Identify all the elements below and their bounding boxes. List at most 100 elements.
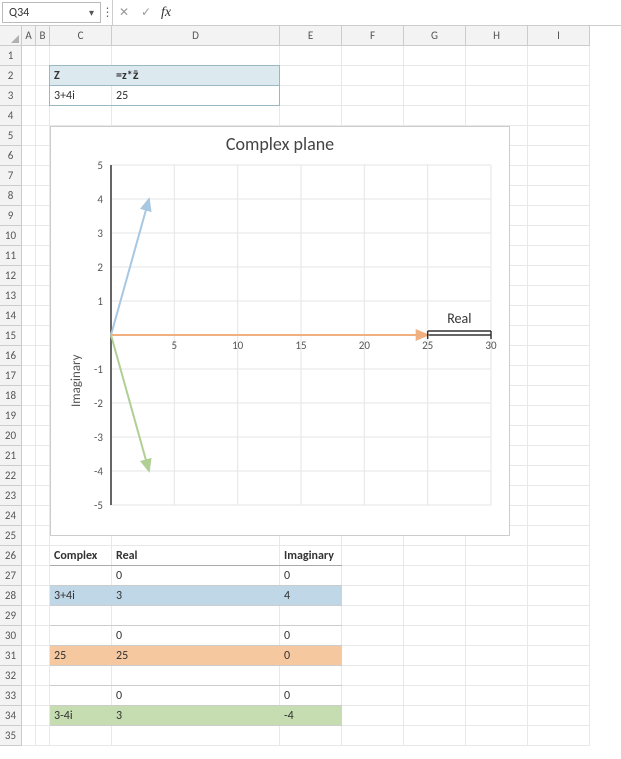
cell-E29[interactable] xyxy=(280,606,342,626)
chevron-down-icon[interactable]: ▾ xyxy=(89,6,94,19)
svg-text:3: 3 xyxy=(97,227,103,240)
row-header-13[interactable]: 13 xyxy=(0,286,22,306)
cell-D28[interactable]: 3 xyxy=(112,586,280,606)
cell-E26[interactable]: Imaginary xyxy=(280,546,342,566)
row-header-8[interactable]: 8 xyxy=(0,186,22,206)
row-header-25[interactable]: 25 xyxy=(0,526,22,546)
formula-input[interactable] xyxy=(175,0,621,25)
row-header-21[interactable]: 21 xyxy=(0,446,22,466)
row-header-14[interactable]: 14 xyxy=(0,306,22,326)
cell-D3[interactable]: 25 xyxy=(112,86,280,106)
col-header-B[interactable]: B xyxy=(36,26,50,46)
row-header-12[interactable]: 12 xyxy=(0,266,22,286)
col-header-F[interactable]: F xyxy=(342,26,404,46)
select-all-corner[interactable] xyxy=(0,26,22,46)
cell-D27[interactable]: 0 xyxy=(112,566,280,586)
svg-text:30: 30 xyxy=(485,339,497,352)
col-header-A[interactable]: A xyxy=(22,26,36,46)
col-header-E[interactable]: E xyxy=(280,26,342,46)
row-header-35[interactable]: 35 xyxy=(0,726,22,746)
row-header-26[interactable]: 26 xyxy=(0,546,22,566)
cell-E33[interactable]: 0 xyxy=(280,686,342,706)
svg-text:-4: -4 xyxy=(94,465,103,478)
row-header-23[interactable]: 23 xyxy=(0,486,22,506)
row-headers: 1234567891011121314151617181920212223242… xyxy=(0,46,22,746)
row-header-19[interactable]: 19 xyxy=(0,406,22,426)
row-header-28[interactable]: 28 xyxy=(0,586,22,606)
col-header-I[interactable]: I xyxy=(528,26,590,46)
row-header-27[interactable]: 27 xyxy=(0,566,22,586)
cell-C26[interactable]: Complex xyxy=(50,546,112,566)
row-header-3[interactable]: 3 xyxy=(0,86,22,106)
svg-text:4: 4 xyxy=(97,193,103,206)
row-header-5[interactable]: 5 xyxy=(0,126,22,146)
row-header-15[interactable]: 15 xyxy=(0,326,22,346)
cell-D30[interactable]: 0 xyxy=(112,626,280,646)
row-header-32[interactable]: 32 xyxy=(0,666,22,686)
row-header-4[interactable]: 4 xyxy=(0,106,22,126)
row-header-22[interactable]: 22 xyxy=(0,466,22,486)
cell-C31[interactable]: 25 xyxy=(50,646,112,666)
row-header-17[interactable]: 17 xyxy=(0,366,22,386)
cell-D33[interactable]: 0 xyxy=(112,686,280,706)
accept-icon[interactable]: ✓ xyxy=(135,0,157,25)
cell-C32[interactable] xyxy=(50,666,112,686)
cell-D26[interactable]: Real xyxy=(112,546,280,566)
fx-icon[interactable]: fx xyxy=(157,0,175,25)
col-header-H[interactable]: H xyxy=(466,26,528,46)
col-header-D[interactable]: D xyxy=(112,26,280,46)
row-header-31[interactable]: 31 xyxy=(0,646,22,666)
row-header-10[interactable]: 10 xyxy=(0,226,22,246)
svg-text:-2: -2 xyxy=(94,397,103,410)
chart-ylabel: Imaginary xyxy=(69,354,84,407)
cell-C3[interactable]: 3+4i xyxy=(50,86,112,106)
cell-E27[interactable]: 0 xyxy=(280,566,342,586)
col-header-G[interactable]: G xyxy=(404,26,466,46)
cell-E32[interactable] xyxy=(280,666,342,686)
svg-text:5: 5 xyxy=(97,159,103,172)
row-header-6[interactable]: 6 xyxy=(0,146,22,166)
svg-text:10: 10 xyxy=(232,339,244,352)
cell-E28[interactable]: 4 xyxy=(280,586,342,606)
svg-text:5: 5 xyxy=(172,339,178,352)
cell-D2[interactable]: =z*z̄ xyxy=(112,66,280,86)
cancel-icon[interactable]: ✕ xyxy=(113,0,135,25)
col-header-C[interactable]: C xyxy=(50,26,112,46)
row-header-30[interactable]: 30 xyxy=(0,626,22,646)
row-header-29[interactable]: 29 xyxy=(0,606,22,626)
cell-C29[interactable] xyxy=(50,606,112,626)
cell-C2[interactable]: Z xyxy=(50,66,112,86)
cell-C34[interactable]: 3-4i xyxy=(50,706,112,726)
cell-E31[interactable]: 0 xyxy=(280,646,342,666)
row-header-34[interactable]: 34 xyxy=(0,706,22,726)
separator: ⋮ xyxy=(103,0,113,25)
column-headers: ABCDEFGHI xyxy=(22,26,590,46)
cell-D34[interactable]: 3 xyxy=(112,706,280,726)
row-header-9[interactable]: 9 xyxy=(0,206,22,226)
row-header-20[interactable]: 20 xyxy=(0,426,22,446)
cell-C30[interactable] xyxy=(50,626,112,646)
cell-E34[interactable]: -4 xyxy=(280,706,342,726)
svg-text:25: 25 xyxy=(422,339,433,352)
cell-D29[interactable] xyxy=(112,606,280,626)
name-box[interactable]: Q34 ▾ xyxy=(2,2,101,23)
cell-C27[interactable] xyxy=(50,566,112,586)
row-header-16[interactable]: 16 xyxy=(0,346,22,366)
chart-complex-plane[interactable]: Complex planeImaginary51015202530-5-4-3-… xyxy=(50,126,510,536)
cell-D32[interactable] xyxy=(112,666,280,686)
svg-text:Real: Real xyxy=(447,310,471,327)
row-header-1[interactable]: 1 xyxy=(0,46,22,66)
chart-svg: 51015202530-5-4-3-2-112345Real xyxy=(51,155,511,535)
row-header-33[interactable]: 33 xyxy=(0,686,22,706)
svg-text:2: 2 xyxy=(97,261,103,274)
row-header-24[interactable]: 24 xyxy=(0,506,22,526)
cell-C28[interactable]: 3+4i xyxy=(50,586,112,606)
cell-E30[interactable]: 0 xyxy=(280,626,342,646)
row-header-7[interactable]: 7 xyxy=(0,166,22,186)
row-header-18[interactable]: 18 xyxy=(0,386,22,406)
cell-D31[interactable]: 25 xyxy=(112,646,280,666)
row-header-2[interactable]: 2 xyxy=(0,66,22,86)
svg-text:15: 15 xyxy=(295,339,306,352)
row-header-11[interactable]: 11 xyxy=(0,246,22,266)
cell-C33[interactable] xyxy=(50,686,112,706)
